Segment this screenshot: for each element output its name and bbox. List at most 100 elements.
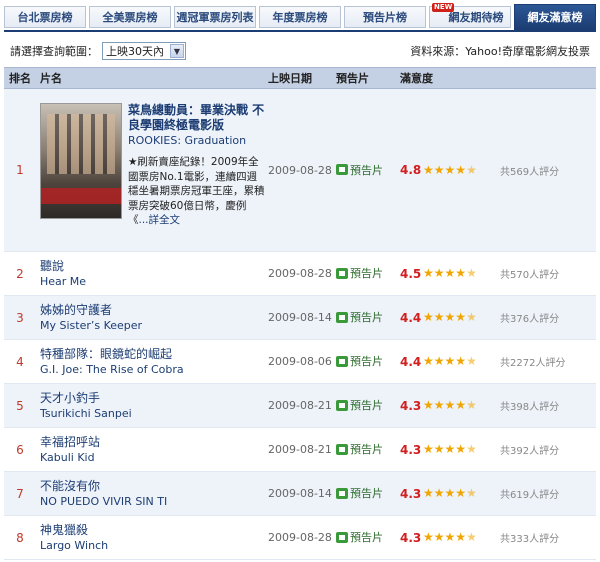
movie-poster[interactable] bbox=[40, 103, 122, 219]
trailer-link[interactable]: 預告片 bbox=[336, 441, 383, 457]
star-rating: ★★★★★ bbox=[423, 487, 477, 500]
tab-us-box-office[interactable]: 全美票房榜 bbox=[89, 6, 171, 28]
movie-title-zh[interactable]: 幸福招呼站 bbox=[40, 434, 268, 450]
trailer-link[interactable]: 預告片 bbox=[336, 397, 383, 413]
release-date: 2009-08-14 bbox=[268, 311, 332, 324]
rating-score: 4.3 bbox=[400, 398, 422, 413]
star-icon: ★ bbox=[466, 398, 477, 412]
star-rating: ★★★★★ bbox=[423, 355, 477, 368]
trailer-link[interactable]: 預告片 bbox=[336, 485, 383, 501]
star-icon: ★ bbox=[433, 398, 445, 412]
release-date: 2009-08-28 bbox=[268, 163, 332, 177]
star-icon: ★ bbox=[466, 354, 477, 368]
trailer-label: 預告片 bbox=[350, 311, 383, 325]
rank: 3 bbox=[16, 310, 24, 325]
rating-score: 4.4 bbox=[400, 354, 422, 369]
star-icon: ★ bbox=[455, 354, 467, 368]
star-icon: ★ bbox=[444, 266, 456, 280]
tab-taipei-box-office[interactable]: 台北票房榜 bbox=[4, 6, 86, 28]
tab-annual-box-office[interactable]: 年度票房榜 bbox=[259, 6, 341, 28]
star-icon: ★ bbox=[455, 530, 467, 544]
rank: 4 bbox=[16, 354, 24, 369]
header-trailer: 預告片 bbox=[336, 72, 369, 85]
trailer-label: 預告片 bbox=[350, 355, 383, 369]
trailer-link[interactable]: 預告片 bbox=[336, 162, 383, 178]
trailer-label: 預告片 bbox=[350, 531, 383, 545]
rating: 4.3 ★★★★★ bbox=[400, 443, 477, 457]
release-date: 2009-08-28 bbox=[268, 531, 332, 544]
rating-score: 4.5 bbox=[400, 266, 422, 281]
movie-title-zh[interactable]: 天才小釣手 bbox=[40, 390, 268, 406]
table-row: 5 天才小釣手 Tsurikichi Sanpei 2009-08-21 預告片 … bbox=[4, 384, 596, 428]
movie-title-en[interactable]: Tsurikichi Sanpei bbox=[40, 406, 268, 422]
rating: 4.3 ★★★★★ bbox=[400, 487, 477, 501]
rating: 4.5 ★★★★★ bbox=[400, 267, 477, 281]
vote-count: 共392人評分 bbox=[500, 446, 560, 457]
star-icon: ★ bbox=[444, 486, 456, 500]
trailer-link[interactable]: 預告片 bbox=[336, 529, 383, 545]
movie-title-en[interactable]: NO PUEDO VIVIR SIN TI bbox=[40, 494, 268, 510]
movie-title-zh[interactable]: 不能沒有你 bbox=[40, 478, 268, 494]
film-icon bbox=[336, 355, 348, 367]
movie-title-en[interactable]: Kabuli Kid bbox=[40, 450, 268, 466]
release-date: 2009-08-06 bbox=[268, 355, 332, 368]
header-rating: 滿意度 bbox=[400, 72, 433, 85]
film-icon bbox=[336, 487, 348, 499]
star-icon: ★ bbox=[423, 398, 434, 412]
rank: 5 bbox=[16, 398, 24, 413]
trailer-link[interactable]: 預告片 bbox=[336, 353, 383, 369]
star-icon: ★ bbox=[423, 162, 434, 177]
movie-title-zh[interactable]: 姊姊的守護者 bbox=[40, 302, 268, 318]
rank: 6 bbox=[16, 442, 24, 457]
film-icon bbox=[336, 311, 348, 323]
movie-title-zh[interactable]: 菜鳥總動員：畢業決戰 不良學園終極電影版 bbox=[128, 103, 266, 133]
header-title: 片名 bbox=[40, 72, 62, 85]
header-rank: 排名 bbox=[9, 72, 31, 85]
table-row: 4 特種部隊：眼鏡蛇的崛起 G.I. Joe: The Rise of Cobra… bbox=[4, 340, 596, 384]
rank: 1 bbox=[16, 163, 24, 177]
movie-title-en[interactable]: Largo Winch bbox=[40, 538, 268, 554]
tab-trailers[interactable]: 預告片榜 bbox=[344, 6, 426, 28]
star-icon: ★ bbox=[423, 530, 434, 544]
star-icon: ★ bbox=[455, 442, 467, 456]
read-more-link[interactable]: ...詳全文 bbox=[139, 214, 181, 226]
trailer-link[interactable]: 預告片 bbox=[336, 309, 383, 325]
star-icon: ★ bbox=[444, 530, 456, 544]
rating: 4.3 ★★★★★ bbox=[400, 399, 477, 413]
star-icon: ★ bbox=[423, 354, 434, 368]
star-icon: ★ bbox=[444, 442, 456, 456]
star-icon: ★ bbox=[423, 442, 434, 456]
movie-title-zh[interactable]: 神鬼獵殺 bbox=[40, 522, 268, 538]
movie-title-en[interactable]: Hear Me bbox=[40, 274, 268, 290]
table-row: 8 神鬼獵殺 Largo Winch 2009-08-28 預告片 4.3 ★★★★… bbox=[4, 516, 596, 560]
trailer-link[interactable]: 預告片 bbox=[336, 265, 383, 281]
table-header: 排名 片名 上映日期 預告片 滿意度 bbox=[4, 67, 596, 89]
tab-label: 台北票房榜 bbox=[17, 11, 73, 24]
header-date: 上映日期 bbox=[268, 72, 312, 85]
movie-title-en[interactable]: My Sister’s Keeper bbox=[40, 318, 268, 334]
star-icon: ★ bbox=[444, 162, 456, 177]
star-icon: ★ bbox=[423, 310, 434, 324]
star-icon: ★ bbox=[444, 354, 456, 368]
range-select-value: 上映30天內 bbox=[106, 45, 164, 58]
movie-title-zh[interactable]: 聽說 bbox=[40, 258, 268, 274]
rating: 4.8 ★★★★★ bbox=[400, 163, 477, 177]
star-icon: ★ bbox=[433, 162, 445, 177]
star-icon: ★ bbox=[466, 486, 477, 500]
rating: 4.4 ★★★★★ bbox=[400, 311, 477, 325]
movie-title-en[interactable]: ROOKIES: Graduation bbox=[128, 133, 266, 149]
star-icon: ★ bbox=[466, 310, 477, 324]
rating-score: 4.3 bbox=[400, 486, 422, 501]
movie-title-zh[interactable]: 特種部隊：眼鏡蛇的崛起 bbox=[40, 346, 268, 362]
trailer-label: 預告片 bbox=[350, 487, 383, 501]
film-icon bbox=[336, 267, 348, 279]
range-select[interactable]: 上映30天內 ▼ bbox=[102, 42, 186, 60]
film-icon bbox=[336, 443, 348, 455]
tab-most-anticipated[interactable]: NEW 網友期待榜 bbox=[429, 3, 511, 28]
tab-weekly-champions[interactable]: 週冠軍票房列表 bbox=[174, 6, 256, 28]
movie-title-en[interactable]: G.I. Joe: The Rise of Cobra bbox=[40, 362, 268, 378]
table-row: 7 不能沒有你 NO PUEDO VIVIR SIN TI 2009-08-14 … bbox=[4, 472, 596, 516]
tab-most-satisfied[interactable]: 網友滿意榜 bbox=[514, 4, 596, 30]
rating: 4.4 ★★★★★ bbox=[400, 355, 477, 369]
star-rating: ★★★★★ bbox=[423, 443, 477, 456]
